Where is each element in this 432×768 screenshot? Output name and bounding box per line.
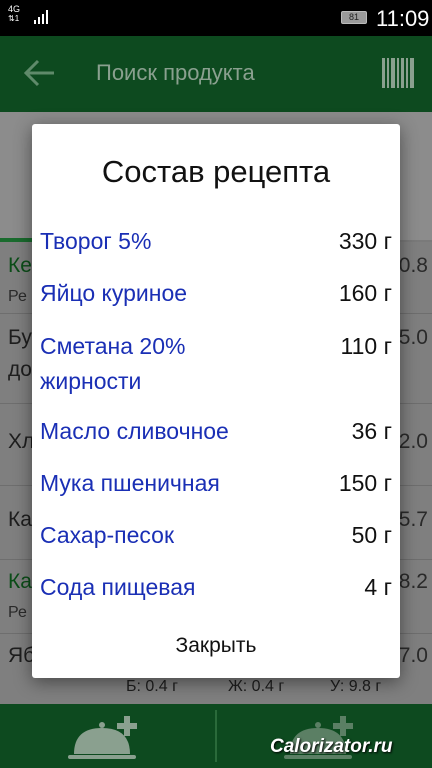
list-item-value: 8.2 (398, 570, 428, 593)
ingredient-name: Сода пищевая (40, 574, 196, 600)
fat-value: Ж: 0.4 г (228, 678, 285, 695)
macros-row: Б: 0.4 г Ж: 0.4 г У: 9.8 г (0, 674, 432, 704)
dish-add-icon[interactable] (66, 712, 146, 764)
page-title: Поиск продукта (96, 60, 255, 85)
network-indicator: 4G ⇅1 (8, 4, 21, 24)
ingredient-qty: 330 г (338, 228, 392, 254)
app-bar: Поиск продукта (0, 36, 432, 112)
ingredient-qty: 110 г (340, 333, 392, 359)
ingredient-row: Сметана 20% жирности 110 г (40, 329, 392, 401)
network-type-label: 4G (8, 4, 21, 14)
carbs-value: У: 9.8 г (330, 678, 382, 695)
list-item-value: 5.7 (398, 508, 428, 531)
list-item-title: Ка (8, 508, 32, 531)
ingredient-row: Сода пищевая 4 г (40, 570, 392, 606)
list-item-title: Бу (8, 326, 32, 349)
signal-icon (34, 10, 48, 24)
list-item-title: Хл (8, 430, 35, 453)
data-arrows-icon: ⇅1 (8, 14, 20, 23)
battery-icon: 81 (341, 11, 367, 24)
list-item-value: 0.8 (398, 254, 428, 277)
recipe-composition-dialog: Состав рецепта Творог 5% 330 г Яйцо кури… (32, 124, 400, 678)
protein-value: Б: 0.4 г (126, 678, 178, 695)
battery-level: 81 (348, 12, 359, 22)
arrow-left-icon[interactable] (22, 56, 56, 90)
ingredient-name: Сахар-песок (40, 522, 175, 548)
watermark: Calorizator.ru (270, 736, 393, 757)
ingredient-name: Творог 5% (40, 228, 152, 254)
ingredient-row: Яйцо куриное 160 г (40, 276, 392, 312)
ingredient-qty: 4 г (364, 574, 392, 600)
bottom-bar-divider (215, 710, 217, 762)
dialog-title: Состав рецепта (101, 154, 331, 189)
ingredient-name: Мука пшеничная (40, 470, 220, 496)
list-item-subtitle: до (8, 358, 32, 381)
list-item-subtitle: Ре (8, 604, 27, 621)
list-item-title: Ка (8, 570, 32, 593)
list-item-title: Ке (8, 254, 32, 277)
list-item-value: 7.0 (398, 644, 428, 667)
list-item-value: 2.0 (398, 430, 428, 453)
barcode-icon[interactable] (382, 58, 416, 88)
clock: 11:09 (376, 6, 430, 31)
ingredient-row: Сахар-песок 50 г (40, 518, 392, 554)
ingredient-row: Творог 5% 330 г (40, 224, 392, 260)
ingredient-name: Масло сливочное (40, 418, 229, 444)
ingredient-name: Сметана 20% жирности (40, 333, 186, 394)
ingredient-qty: 160 г (338, 280, 392, 306)
list-item-subtitle: Ре (8, 288, 27, 305)
close-button[interactable]: Закрыть (142, 626, 290, 666)
ingredient-row: Масло сливочное 36 г (40, 414, 392, 450)
ingredient-name: Яйцо куриное (40, 280, 188, 306)
ingredient-qty: 50 г (351, 522, 392, 548)
list-item-value: 5.0 (398, 326, 428, 349)
ingredient-qty: 36 г (351, 418, 392, 444)
status-bar: 4G ⇅1 81 11:09 (0, 0, 432, 36)
ingredient-qty: 150 г (338, 470, 392, 496)
ingredient-row: Мука пшеничная 150 г (40, 466, 392, 502)
